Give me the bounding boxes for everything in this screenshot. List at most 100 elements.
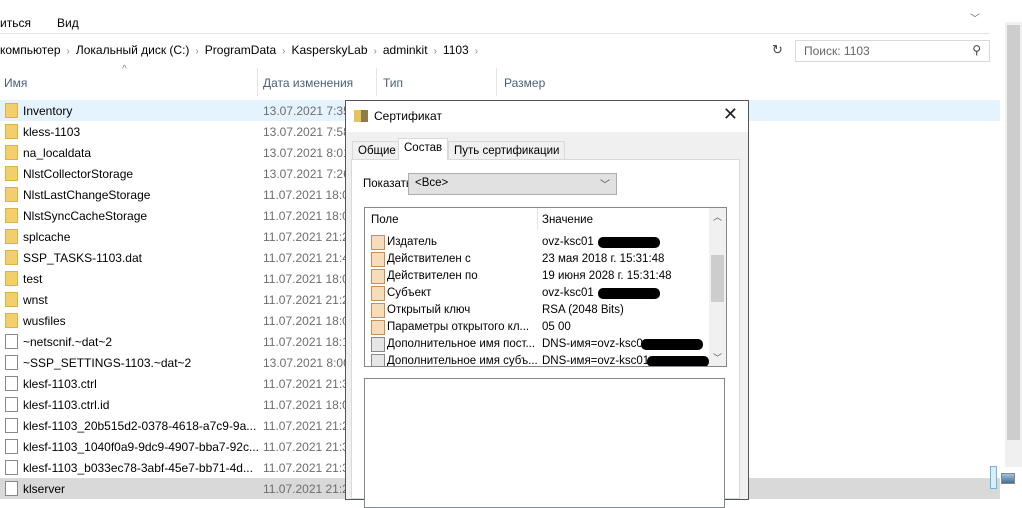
scroll-up-icon[interactable]: ︿ [713, 210, 722, 223]
column-header-type[interactable]: Тип [383, 76, 403, 90]
column-header-name[interactable]: Имя [4, 76, 27, 90]
file-date: 11.07.2021 21:27 [263, 419, 347, 433]
field-value: RSA (2048 Bits) [542, 304, 624, 316]
file-name: klesf-1103.ctrl.id [23, 398, 110, 412]
file-date: 13.07.2021 7:26 [263, 167, 347, 181]
field-name: Издатель [387, 236, 437, 248]
column-header-size[interactable]: Размер [504, 76, 545, 90]
file-date: 11.07.2021 18:03 [263, 314, 347, 328]
folder-icon [5, 145, 18, 160]
column-header-field[interactable]: Поле [371, 214, 399, 226]
scroll-down-icon[interactable]: ﹀ [713, 351, 722, 364]
list-scrollbar[interactable]: ︿ ﹀ [709, 208, 726, 366]
scrollbar[interactable] [1005, 22, 1022, 467]
folder-icon [5, 208, 18, 223]
field-row[interactable]: Дополнительное имя субъ... DNS-имя=ovz-k… [365, 353, 710, 366]
column-header-date[interactable]: Дата изменения [263, 76, 353, 90]
file-name: NlstSyncCacheStorage [23, 209, 148, 223]
breadcrumb-item[interactable]: Локальный диск (C:) [76, 43, 190, 57]
file-name: ~SSP_SETTINGS-1103.~dat~2 [23, 356, 192, 370]
tab-general[interactable]: Общие [352, 141, 402, 160]
folder-icon [5, 292, 18, 307]
ribbon-tab-view[interactable]: Вид [57, 16, 79, 30]
field-name: Дополнительное имя пост... [387, 338, 536, 350]
field-value: ovz-ksc01 [542, 287, 594, 299]
field-value: 19 июня 2028 г. 15:31:48 [542, 270, 672, 282]
close-icon[interactable]: ✕ [723, 104, 738, 125]
breadcrumb-item[interactable]: adminkit [383, 43, 428, 57]
field-row[interactable]: Издатель ovz-ksc01 [365, 234, 708, 251]
file-date: 11.07.2021 18:03 [263, 398, 347, 412]
file-icon [5, 460, 18, 475]
field-row[interactable]: Дополнительное имя пост... DNS-имя=ovz-k… [365, 336, 708, 353]
breadcrumb-item[interactable]: ProgramData [205, 43, 276, 57]
folder-icon [5, 166, 18, 181]
search-input[interactable]: Поиск: 1103 ⚲ [795, 40, 990, 62]
list-scrollbar-thumb[interactable] [711, 255, 724, 302]
field-value: DNS-имя=ovz-ksc0 [542, 338, 643, 350]
file-date: 11.07.2021 18:18 [263, 335, 347, 349]
field-row[interactable]: Параметры открытого кл... 05 00 [365, 319, 708, 336]
scrollbar-thumb[interactable] [1007, 25, 1020, 440]
file-icon [5, 334, 18, 349]
breadcrumb-separator-icon[interactable]: › [434, 46, 437, 57]
breadcrumb-separator-icon[interactable]: › [67, 46, 70, 57]
breadcrumb[interactable]: компьютер › Локальный диск (C:) › ProgramDat… [0, 43, 484, 57]
file-date: 11.07.2021 18:03 [263, 188, 347, 202]
breadcrumb-separator-icon[interactable]: › [475, 46, 478, 57]
field-icon [371, 269, 385, 284]
search-icon: ⚲ [972, 43, 981, 57]
column-header-value[interactable]: Значение [542, 214, 593, 226]
field-row[interactable]: Субъект ovz-ksc01 [365, 285, 708, 302]
extension-field-icon [371, 337, 385, 352]
file-name: NlstLastChangeStorage [23, 188, 151, 202]
file-icon [5, 418, 18, 433]
field-row[interactable]: Открытый ключ RSA (2048 Bits) [365, 302, 708, 319]
file-name: wusfiles [23, 314, 66, 328]
tab-details[interactable]: Состав [398, 138, 449, 160]
ribbon-tab-share[interactable]: иться [0, 16, 31, 30]
file-name: klesf-1103_20b515d2-0378-4618-a7c9-9a... [23, 419, 257, 433]
file-date: 13.07.2021 8:01 [263, 146, 347, 160]
expand-ribbon-icon[interactable]: ﹀ [970, 10, 980, 25]
details-view-icon[interactable] [990, 466, 997, 489]
folder-icon [5, 103, 18, 118]
field-name: Действителен с [387, 253, 471, 265]
field-name: Субъект [387, 287, 432, 299]
file-date: 11.07.2021 21:47 [263, 251, 347, 265]
breadcrumb-separator-icon[interactable]: › [374, 46, 377, 57]
file-name: klesf-1103_1040f0a9-9dc9-4907-bba7-92c..… [23, 440, 259, 454]
breadcrumb-separator-icon[interactable]: › [195, 46, 198, 57]
search-placeholder: Поиск: 1103 [804, 44, 870, 58]
file-name: wnst [23, 293, 48, 307]
file-icon [5, 355, 18, 370]
field-icon [371, 235, 385, 250]
breadcrumb-item[interactable]: KasperskyLab [291, 43, 367, 57]
file-icon [5, 439, 18, 454]
redaction-mark [597, 237, 660, 248]
file-name: Inventory [23, 104, 73, 118]
show-select[interactable]: <Все> ﹀ [408, 173, 617, 195]
show-select-value: <Все> [415, 177, 449, 189]
chevron-down-icon: ﹀ [600, 180, 610, 191]
file-date: 11.07.2021 18:03 [263, 209, 347, 223]
file-name: kless-1103 [23, 125, 81, 139]
field-value: 23 мая 2018 г. 15:31:48 [542, 253, 665, 265]
file-name: klserver [23, 482, 66, 496]
large-icons-view-icon[interactable] [1001, 473, 1015, 484]
field-name: Параметры открытого кл... [387, 321, 530, 333]
folder-icon [5, 187, 18, 202]
breadcrumb-item[interactable]: 1103 [443, 43, 469, 57]
file-date: 11.07.2021 18:02 [263, 272, 347, 286]
field-row[interactable]: Действителен с 23 мая 2018 г. 15:31:48 [365, 251, 708, 268]
file-name: splcache [23, 230, 71, 244]
refresh-icon[interactable]: ↻ [772, 42, 783, 58]
folder-icon [5, 124, 18, 139]
tab-certification-path[interactable]: Путь сертификации [448, 141, 566, 160]
field-icon [371, 286, 385, 301]
breadcrumb-separator-icon[interactable]: › [282, 46, 285, 57]
field-row[interactable]: Действителен по 19 июня 2028 г. 15:31:48 [365, 268, 708, 285]
breadcrumb-item[interactable]: компьютер [0, 43, 61, 57]
fields-list[interactable]: Поле Значение Издатель ovz-ksc01 Действи… [364, 207, 727, 367]
folder-icon [5, 229, 18, 244]
